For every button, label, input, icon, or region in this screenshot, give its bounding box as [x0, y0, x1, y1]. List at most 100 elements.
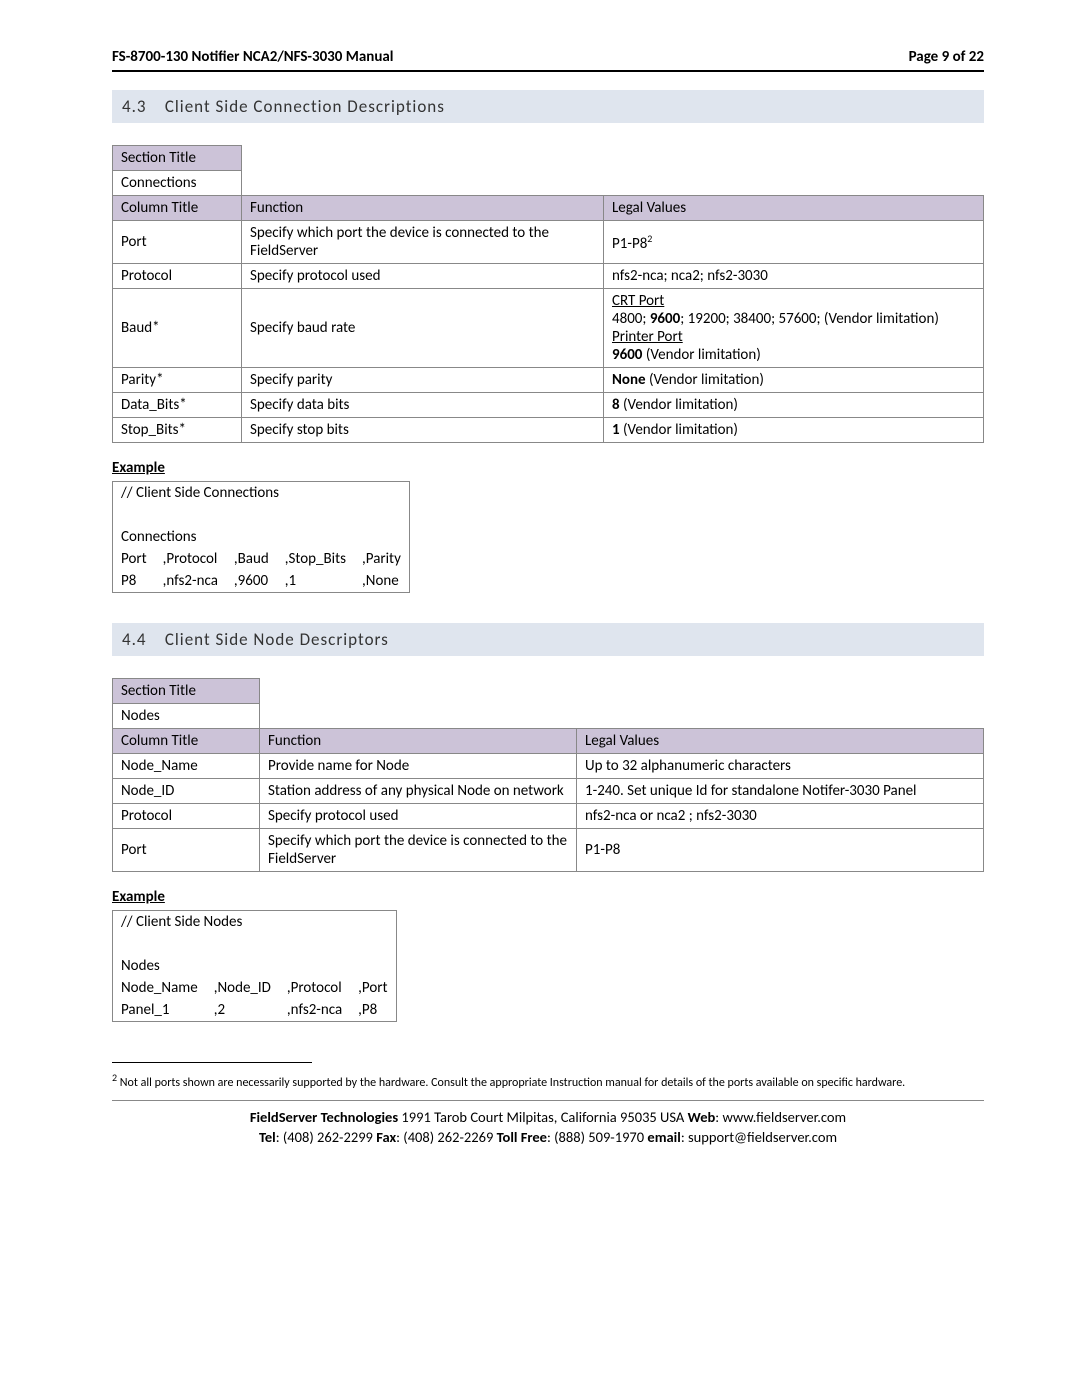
- cell-empty: [242, 146, 984, 171]
- section-4-4-heading: 4.4 Client Side Node Descriptors: [112, 623, 984, 656]
- cell-func: Station address of any physical Node on …: [260, 779, 577, 804]
- example-44-code: // Client Side Nodes Nodes Node_Name ,No…: [112, 910, 397, 1022]
- cell-legal: P1-P8: [577, 829, 984, 872]
- page-number: Page 9 of 22: [909, 48, 984, 66]
- cell-nodes: Nodes: [113, 704, 260, 729]
- cell-label: Port: [113, 829, 260, 872]
- section-4-3-heading: 4.3 Client Side Connection Descriptions: [112, 90, 984, 123]
- cell-label: Parity*: [113, 368, 242, 393]
- table-row: Column Title Function Legal Values: [113, 729, 984, 754]
- table-row: Connections: [113, 171, 984, 196]
- code-cell: ,Node_ID: [206, 977, 279, 999]
- code-cell: ,9600: [226, 570, 277, 593]
- cell-func: Specify protocol used: [260, 804, 577, 829]
- cell-label: Port: [113, 221, 242, 264]
- cell-function: Function: [260, 729, 577, 754]
- cell-legal: 1-240. Set unique Id for standalone Noti…: [577, 779, 984, 804]
- cell-label: Protocol: [113, 804, 260, 829]
- table-row: Column Title Function Legal Values: [113, 196, 984, 221]
- table-row: Node_Name Provide name for Node Up to 32…: [113, 754, 984, 779]
- cell-legal: 8 (Vendor limitation): [604, 393, 984, 418]
- code-line: Nodes: [113, 955, 397, 977]
- page-header: FS-8700-130 Notifier NCA2/NFS-3030 Manua…: [112, 48, 984, 70]
- code-line: [113, 933, 397, 955]
- example-label-43: Example: [112, 459, 984, 477]
- cell-label: Baud*: [113, 289, 242, 368]
- cell-section-title: Section Title: [113, 679, 260, 704]
- table-row: Section Title: [113, 146, 984, 171]
- cell-legal: 1 (Vendor limitation): [604, 418, 984, 443]
- table-row: Baud* Specify baud rate CRT Port 4800; 9…: [113, 289, 984, 368]
- table-row: Nodes: [113, 704, 984, 729]
- code-cell: P8: [113, 570, 155, 593]
- code-cell: Panel_1: [113, 999, 206, 1022]
- section-4-3-title: Client Side Connection Descriptions: [165, 96, 445, 117]
- cell-legal: P1-P82: [604, 221, 984, 264]
- section-4-4-title: Client Side Node Descriptors: [165, 629, 389, 650]
- table-row: Protocol Specify protocol used nfs2-nca …: [113, 804, 984, 829]
- cell-section-title: Section Title: [113, 146, 242, 171]
- table-row: Data_Bits* Specify data bits 8 (Vendor l…: [113, 393, 984, 418]
- code-cell: ,Baud: [226, 548, 277, 570]
- table-row: Protocol Specify protocol used nfs2-nca;…: [113, 264, 984, 289]
- code-line: Connections: [113, 526, 410, 548]
- cell-func: Specify baud rate: [242, 289, 604, 368]
- cell-label: Protocol: [113, 264, 242, 289]
- cell-label: Node_ID: [113, 779, 260, 804]
- example-label-44: Example: [112, 888, 984, 906]
- table-row: Port Specify which port the device is co…: [113, 221, 984, 264]
- cell-legal: Up to 32 alphanumeric characters: [577, 754, 984, 779]
- doc-title: FS-8700-130 Notifier NCA2/NFS-3030 Manua…: [112, 48, 393, 66]
- cell-label: Node_Name: [113, 754, 260, 779]
- cell-empty: [242, 171, 984, 196]
- cell-column-title: Column Title: [113, 729, 260, 754]
- section-4-4-num: 4.4: [122, 629, 160, 650]
- cell-legal: nfs2-nca or nca2 ; nfs2-3030: [577, 804, 984, 829]
- code-cell: ,nfs2-nca: [279, 999, 350, 1022]
- code-line: // Client Side Nodes: [113, 911, 397, 934]
- cell-function: Function: [242, 196, 604, 221]
- table-row: Parity* Specify parity None (Vendor limi…: [113, 368, 984, 393]
- cell-legal-values: Legal Values: [577, 729, 984, 754]
- connections-table: Section Title Connections Column Title F…: [112, 145, 984, 443]
- example-43-code: // Client Side Connections Connections P…: [112, 481, 410, 593]
- table-row: Stop_Bits* Specify stop bits 1 (Vendor l…: [113, 418, 984, 443]
- footnote-2: 2 Not all ports shown are necessarily su…: [112, 1071, 984, 1092]
- cell-label: Data_Bits*: [113, 393, 242, 418]
- cell-legal: nfs2-nca; nca2; nfs2-3030: [604, 264, 984, 289]
- cell-legal: CRT Port 4800; 9600; 19200; 38400; 57600…: [604, 289, 984, 368]
- cell-func: Specify which port the device is connect…: [242, 221, 604, 264]
- code-cell: ,Protocol: [155, 548, 226, 570]
- table-row: Node_ID Station address of any physical …: [113, 779, 984, 804]
- table-row: Section Title: [113, 679, 984, 704]
- code-cell: ,nfs2-nca: [155, 570, 226, 593]
- cell-func: Specify stop bits: [242, 418, 604, 443]
- code-cell: ,None: [354, 570, 409, 593]
- table-row: Port Specify which port the device is co…: [113, 829, 984, 872]
- cell-func: Specify parity: [242, 368, 604, 393]
- cell-connections: Connections: [113, 171, 242, 196]
- cell-func: Specify which port the device is connect…: [260, 829, 577, 872]
- code-cell: ,P8: [350, 999, 396, 1022]
- code-line: // Client Side Connections: [113, 482, 410, 505]
- cell-func: Specify data bits: [242, 393, 604, 418]
- cell-column-title: Column Title: [113, 196, 242, 221]
- code-cell: ,1: [277, 570, 354, 593]
- section-4-3-num: 4.3: [122, 96, 160, 117]
- page-footer: FieldServer Technologies 1991 Tarob Cour…: [112, 1100, 984, 1148]
- cell-func: Provide name for Node: [260, 754, 577, 779]
- cell-empty: [260, 679, 984, 704]
- nodes-table: Section Title Nodes Column Title Functio…: [112, 678, 984, 872]
- cell-func: Specify protocol used: [242, 264, 604, 289]
- code-line: [113, 504, 410, 526]
- code-cell: ,Port: [350, 977, 396, 999]
- code-cell: ,Protocol: [279, 977, 350, 999]
- header-rule: [112, 70, 984, 72]
- code-cell: ,2: [206, 999, 279, 1022]
- cell-legal-values: Legal Values: [604, 196, 984, 221]
- cell-legal: None (Vendor limitation): [604, 368, 984, 393]
- cell-empty: [260, 704, 984, 729]
- code-cell: ,Parity: [354, 548, 409, 570]
- code-cell: Port: [113, 548, 155, 570]
- code-cell: ,Stop_Bits: [277, 548, 354, 570]
